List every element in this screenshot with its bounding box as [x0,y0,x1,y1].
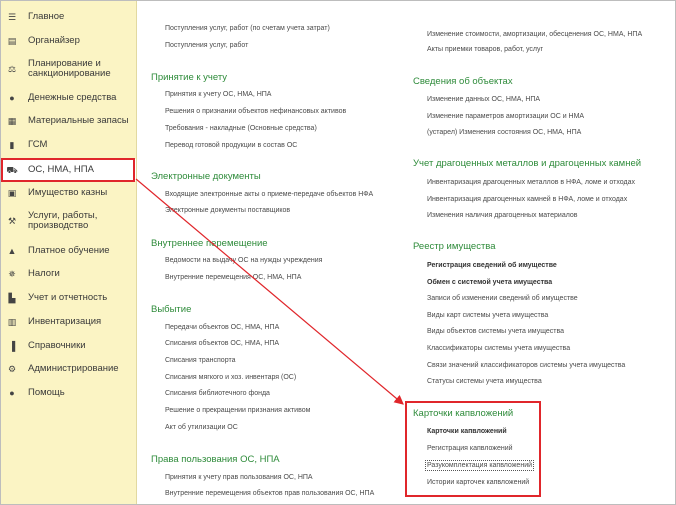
sidebar-item-label: ОС, НМА, НПА [28,164,94,175]
link-usage-rights-1[interactable]: Внутренние перемещения объектов прав пол… [165,490,374,497]
section-heading-usage-rights: Права пользования ОС, НПА [151,454,280,465]
link-precious-0[interactable]: Инвентаризация драгоценных металлов в НФ… [427,179,635,186]
section-heading-object-info: Сведения об объектах [413,76,513,87]
section-heading-transfer: Внутреннее перемещение [151,238,268,249]
sidebar-item-label: Главное [28,11,65,22]
link-registry-7[interactable]: Статусы системы учета имущества [427,378,542,385]
section-heading-registry: Реестр имущества [413,241,496,252]
sidebar-item-label: Планирование и санкционирование [28,58,111,79]
tools-icon: ⚒ [7,215,17,226]
link-disposal-6[interactable]: Акт об утилизации ОС [165,424,238,431]
grid-icon: ▦ [7,115,17,126]
sidebar-item-planning[interactable]: ⚖ Планирование и санкционирование [1,57,136,81]
help-icon: ● [9,387,15,398]
link-precious-2[interactable]: Изменения наличия драгоценных материалов [427,212,578,219]
link-disposal-4[interactable]: Списания библиотечного фонда [165,390,270,397]
link-acceptance-0[interactable]: Принятия к учету ОС, НМА, НПА [165,91,271,98]
link-registry-0[interactable]: Регистрация сведений об имуществе [427,262,557,269]
menu-icon: ☰ [7,11,17,22]
sidebar-item-label: Налоги [28,268,60,279]
organizer-icon: ▤ [7,35,17,46]
sidebar-item-taxes[interactable]: ✵ Налоги [1,267,136,281]
sidebar-item-label: Справочники [28,340,86,351]
link-usage-rights-0[interactable]: Принятия к учету прав пользования ОС, НП… [165,474,313,481]
graduation-icon: ▲ [7,245,17,256]
sidebar-item-inventory[interactable]: ▥ Инвентаризация [1,315,136,329]
link-registry-6[interactable]: Связи значений классификаторов системы у… [427,362,625,369]
link-registry-5[interactable]: Классификаторы системы учета имущества [427,345,570,352]
link-col2-top-1[interactable]: Акты приемки товаров, работ, услуг [427,46,543,53]
sidebar-item-services[interactable]: ⚒ Услуги, работы, производство [1,209,136,233]
link-registry-4[interactable]: Виды объектов системы учета имущества [427,328,564,335]
link-col1-top-1[interactable]: Поступления услуг, работ [165,42,248,49]
section-heading-disposal: Выбытие [151,304,192,315]
fuel-icon: ▮ [9,139,15,150]
sidebar-item-reporting[interactable]: ▙ Учет и отчетность [1,291,136,305]
link-disposal-1[interactable]: Списания объектов ОС, НМА, НПА [165,340,279,347]
clipboard-icon: ▥ [7,316,17,327]
link-edocs-1[interactable]: Электронные документы поставщиков [165,207,290,214]
section-heading-precious: Учет драгоценных металлов и драгоценных … [413,158,642,169]
sidebar-item-label: ГСМ [28,139,48,150]
link-object-info-1[interactable]: Изменение параметров амортизации ОС и НМ… [427,113,584,120]
link-transfer-1[interactable]: Внутренние перемещения ОС, НМА, НПА [165,274,301,281]
link-registry-3[interactable]: Виды карт системы учета имущества [427,312,548,319]
treasury-icon: ▣ [7,187,17,198]
sidebar-item-administration[interactable]: ⚙ Администрирование [1,362,136,376]
sidebar-item-label: Учет и отчетность [28,292,108,303]
sidebar-item-materials[interactable]: ▦ Материальные запасы [1,114,136,128]
link-capital-cards-1[interactable]: Регистрация капвложений [427,445,513,452]
sidebar-item-label: Администрирование [28,363,119,374]
sidebar-item-education[interactable]: ▲ Платное обучение [1,244,136,258]
sidebar-item-fixed-assets[interactable]: ⛟ ОС, НМА, НПА [1,159,136,181]
sidebar-item-references[interactable]: ▐ Справочники [1,339,136,353]
planning-icon: ⚖ [7,63,17,74]
sidebar-item-organizer[interactable]: ▤ Органайзер [1,34,136,48]
sidebar-item-label: Имущество казны [28,187,108,198]
link-registry-2[interactable]: Записи об изменении сведений об имуществ… [427,295,578,302]
sidebar-item-label: Материальные запасы [28,115,129,126]
link-edocs-0[interactable]: Входящие электронные акты о приеме-перед… [165,191,373,198]
link-transfer-0[interactable]: Ведомости на выдачу ОС на нужды учрежден… [165,257,322,264]
sidebar-item-treasury[interactable]: ▣ Имущество казны [1,186,136,200]
section-heading-capital-cards: Карточки капвложений [413,408,514,419]
link-registry-1[interactable]: Обмен с системой учета имущества [427,279,552,286]
window: ☰ Главное ▤ Органайзер ⚖ Планирование и … [0,0,676,505]
link-disposal-2[interactable]: Списания транспорта [165,357,235,364]
link-capital-cards-3[interactable]: Истории карточек капвложений [427,479,529,486]
sidebar-item-label: Услуги, работы, производство [28,210,98,231]
books-icon: ▐ [8,340,16,351]
sidebar-item-label: Инвентаризация [28,316,102,327]
link-acceptance-3[interactable]: Перевод готовой продукции в состав ОС [165,142,297,149]
link-disposal-0[interactable]: Передачи объектов ОС, НМА, НПА [165,324,279,331]
sidebar-item-label: Органайзер [28,35,80,46]
link-col1-top-0[interactable]: Поступления услуг, работ (по счетам учет… [165,25,330,32]
section-heading-edocs: Электронные документы [151,171,261,182]
gear-icon: ⚙ [7,363,17,374]
truck-icon: ⛟ [6,164,18,175]
link-object-info-0[interactable]: Изменение данных ОС, НМА, НПА [427,96,540,103]
sidebar-item-label: Помощь [28,387,65,398]
link-precious-1[interactable]: Инвентаризация драгоценных камней в НФА,… [427,196,627,203]
link-disposal-5[interactable]: Решение о прекращении признания активом [165,407,310,414]
sidebar-item-label: Платное обучение [28,245,110,256]
sidebar-item-label: Денежные средства [28,92,117,103]
section-heading-acceptance: Принятие к учету [151,72,228,83]
sidebar: ☰ Главное ▤ Органайзер ⚖ Планирование и … [1,1,137,504]
sidebar-item-help[interactable]: ● Помощь [1,386,136,400]
link-col2-top-0[interactable]: Изменение стоимости, амортизации, обесце… [427,31,642,38]
link-acceptance-1[interactable]: Решения о признании объектов нефинансовы… [165,108,346,115]
link-object-info-2[interactable]: (устарел) Изменения состояния ОС, НМА, Н… [427,129,581,136]
money-icon: ● [9,92,15,103]
sidebar-item-money[interactable]: ● Денежные средства [1,91,136,105]
emblem-icon: ✵ [8,268,16,279]
sidebar-item-fuel[interactable]: ▮ ГСМ [1,138,136,152]
link-disposal-3[interactable]: Списания мягкого и хоз. инвентаря (ОС) [165,374,296,381]
link-capital-cards-2[interactable]: Разукомплектация капвложений [424,460,535,471]
link-acceptance-2[interactable]: Требования - накладные (Основные средств… [165,125,317,132]
sidebar-item-main[interactable]: ☰ Главное [1,10,136,24]
section-content: Поступления услуг, работ (по счетам учет… [137,1,675,504]
chart-icon: ▙ [8,292,16,303]
link-capital-cards-0[interactable]: Карточки капвложений [427,428,507,435]
